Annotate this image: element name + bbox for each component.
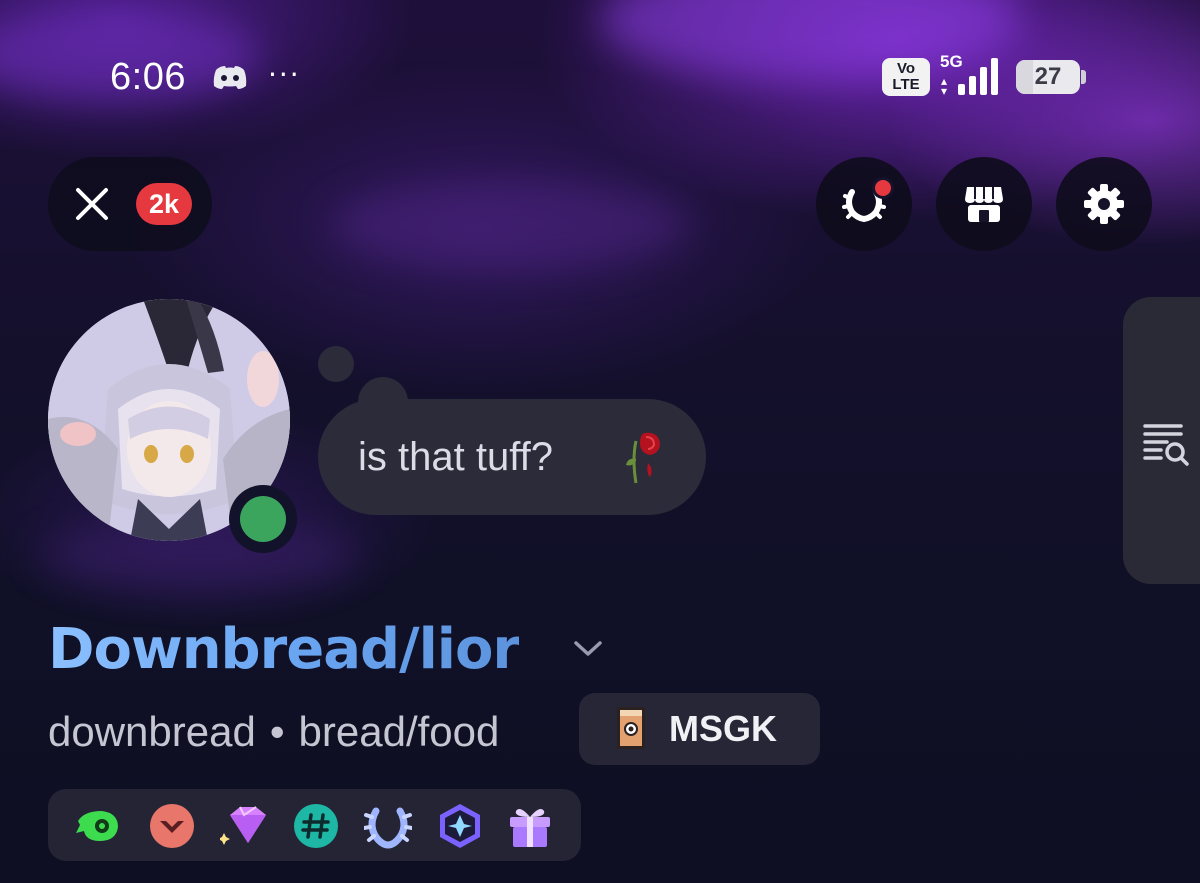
- battery-icon: 27: [1016, 60, 1080, 94]
- server-boost-badge-icon[interactable]: [436, 803, 484, 849]
- nitro-gem-badge-icon[interactable]: [218, 803, 268, 849]
- member-list-drawer-tab[interactable]: [1123, 297, 1200, 584]
- close-profile-button[interactable]: 2k: [48, 157, 212, 251]
- username-line: downbread • bread/food: [48, 702, 499, 762]
- settings-button[interactable]: [1056, 157, 1152, 251]
- profile-screen: 6:06 ··· Vo LTE 5G ▴ ▾ 27 2k is that tuf…: [0, 0, 1200, 883]
- hypesquad-badge-icon[interactable]: [148, 803, 196, 849]
- discord-notification-icon: [213, 66, 247, 89]
- guild-tag-chip[interactable]: MSGK: [579, 693, 820, 765]
- pronouns: bread/food: [298, 708, 500, 755]
- gear-icon: [1084, 184, 1124, 224]
- guild-tag-badge-icon: [617, 707, 645, 749]
- gift-badge-icon[interactable]: [506, 803, 554, 849]
- volte-top-label: Vo: [896, 60, 916, 77]
- battery-percent: 27: [1034, 63, 1062, 90]
- battery-nub: [1081, 70, 1086, 84]
- nitro-button[interactable]: [816, 157, 912, 251]
- quests-badge-icon[interactable]: [74, 803, 122, 849]
- display-name: Downbread/lior: [48, 614, 520, 686]
- shop-icon: [965, 187, 1003, 222]
- custom-status-bubble[interactable]: is that tuff?: [318, 399, 706, 515]
- originally-known-as-badge-icon[interactable]: [292, 803, 340, 849]
- nitro-notification-dot: [872, 177, 894, 199]
- online-status-dot: [240, 496, 286, 542]
- data-arrows-icon: ▴ ▾: [941, 74, 948, 98]
- nitro-laurel-badge-icon[interactable]: [362, 803, 414, 849]
- search-list-icon: [1143, 424, 1189, 466]
- presence-indicator: [229, 485, 297, 553]
- wilted-rose-icon: [626, 432, 660, 484]
- volte-icon: Vo LTE: [882, 58, 930, 96]
- thought-bubble-dot: [318, 346, 354, 382]
- close-icon: [76, 188, 108, 220]
- status-more-icon: ···: [268, 58, 301, 91]
- separator-dot: •: [269, 708, 285, 755]
- chevron-down-icon[interactable]: [572, 635, 604, 661]
- background-wisp: [330, 180, 690, 270]
- signal-strength-icon: [958, 58, 998, 95]
- guild-tag-text: MSGK: [669, 708, 777, 749]
- profile-badges: [48, 789, 581, 861]
- volte-bottom-label: LTE: [892, 76, 920, 93]
- notification-count-badge: 2k: [136, 183, 192, 225]
- status-time: 6:06: [110, 56, 186, 98]
- username: downbread: [48, 708, 256, 755]
- custom-status-text: is that tuff?: [358, 435, 553, 479]
- shop-button[interactable]: [936, 157, 1032, 251]
